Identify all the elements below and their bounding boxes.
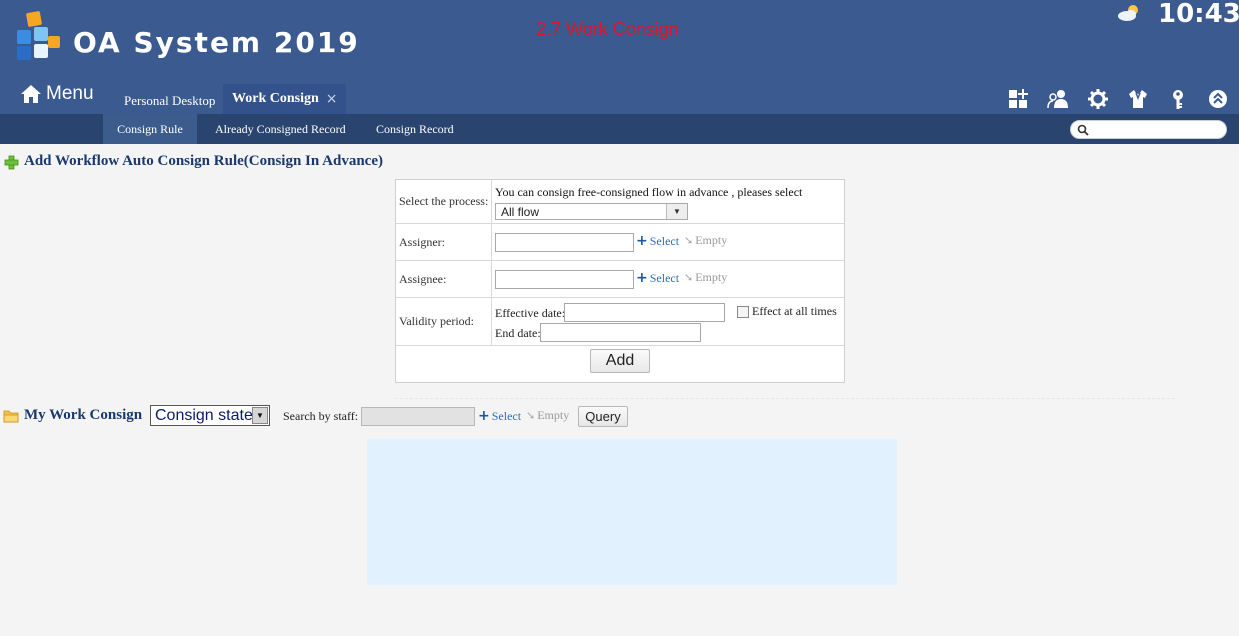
key-icon[interactable] xyxy=(1167,88,1189,110)
my-consign-title-text: My Work Consign xyxy=(24,407,143,423)
shirt-icon[interactable] xyxy=(1127,88,1149,110)
home-icon xyxy=(21,85,41,103)
section-divider xyxy=(395,398,1175,399)
empty-label: Empty xyxy=(695,270,728,284)
select-label: Select xyxy=(649,233,680,248)
subnav-already-consigned-record[interactable]: Already Consigned Record xyxy=(215,114,346,144)
folder-icon xyxy=(3,410,19,422)
select-label: Select xyxy=(649,270,680,285)
empty-label: Empty xyxy=(537,408,570,422)
toolbar-icons xyxy=(989,84,1229,114)
plus-icon: + xyxy=(636,270,648,286)
consign-state-select[interactable]: Consign state ▼ xyxy=(150,405,270,426)
search-input[interactable] xyxy=(1093,122,1221,137)
clear-arrow-icon: ➘ xyxy=(684,234,694,247)
checkbox-box[interactable] xyxy=(737,305,749,318)
app-header: OA System 2019 2.7 Work Consign 10:43 xyxy=(0,0,1239,84)
main-navbar: Menu Personal Desktop Work Consign × xyxy=(0,83,1239,114)
consign-state-value: Consign state xyxy=(155,406,253,424)
form-row-assigner: Assigner: + Select ➘ Empty xyxy=(396,224,844,261)
form-row-process: Select the process: You can consign free… xyxy=(396,180,844,224)
tab-label: Personal Desktop xyxy=(124,93,216,108)
tab-label: Work Consign xyxy=(232,91,319,106)
assigner-empty-button[interactable]: ➘ Empty xyxy=(684,233,727,248)
my-consign-title: My Work Consign xyxy=(3,407,142,424)
add-plus-icon xyxy=(4,155,19,169)
effect-all-times-checkbox[interactable]: Effect at all times xyxy=(737,304,837,319)
tab-close-icon[interactable]: × xyxy=(326,91,338,107)
process-select[interactable]: All flow ▼ xyxy=(495,203,688,220)
chevron-down-icon: ▼ xyxy=(252,407,268,424)
apps-icon[interactable] xyxy=(1007,88,1029,110)
chevron-down-icon: ▼ xyxy=(666,204,687,219)
add-rule-title-text: Add Workflow Auto Consign Rule(Consign I… xyxy=(24,153,383,169)
form-row-actions: Add xyxy=(396,346,844,382)
assigner-select-button[interactable]: + Select xyxy=(636,233,679,249)
assignee-label: Assignee: xyxy=(396,261,492,297)
effect-all-times-label: Effect at all times xyxy=(752,304,837,318)
plus-icon: + xyxy=(478,408,490,424)
form-row-validity: Validity period: Effective date: End dat… xyxy=(396,298,844,346)
logo-icon xyxy=(17,11,60,60)
consign-results-panel xyxy=(367,439,897,585)
end-date-input[interactable] xyxy=(540,323,701,342)
staff-select-button[interactable]: + Select xyxy=(478,408,521,424)
end-date-label: End date: xyxy=(495,326,541,340)
query-button[interactable]: Query xyxy=(578,406,628,427)
page-caption: 2.7 Work Consign xyxy=(536,19,679,39)
search-box xyxy=(1070,120,1227,139)
plus-icon: + xyxy=(636,233,648,249)
assignee-input[interactable] xyxy=(495,270,634,289)
effective-date-label: Effective date: xyxy=(495,306,566,320)
assigner-label: Assigner: xyxy=(396,224,492,260)
clear-arrow-icon: ➘ xyxy=(684,271,694,284)
subnav-consign-rule[interactable]: Consign Rule xyxy=(103,114,197,144)
process-select-value: All flow xyxy=(501,204,540,219)
app-title: OA System 2019 xyxy=(73,26,360,59)
collapse-icon[interactable] xyxy=(1207,88,1229,110)
sub-navbar: Consign Rule Already Consigned Record Co… xyxy=(0,114,1239,144)
tab-work-consign[interactable]: Work Consign × xyxy=(223,84,346,114)
menu-label: Menu xyxy=(46,83,94,104)
menu-button[interactable]: Menu xyxy=(20,80,94,108)
partly-cloudy-icon xyxy=(1118,5,1138,21)
assigner-input[interactable] xyxy=(495,233,634,252)
tab-personal-desktop[interactable]: Personal Desktop xyxy=(115,88,221,114)
staff-empty-button[interactable]: ➘ Empty xyxy=(526,408,569,423)
empty-label: Empty xyxy=(695,233,728,247)
users-icon[interactable] xyxy=(1047,88,1069,110)
search-icon xyxy=(1077,124,1089,136)
search-staff-label: Search by staff: xyxy=(283,409,359,423)
assignee-empty-button[interactable]: ➘ Empty xyxy=(684,270,727,285)
gear-icon[interactable] xyxy=(1087,88,1109,110)
subnav-consign-record[interactable]: Consign Record xyxy=(376,114,454,144)
process-hint: You can consign free-consigned flow in a… xyxy=(495,185,803,199)
clear-arrow-icon: ➘ xyxy=(526,409,536,422)
add-button[interactable]: Add xyxy=(590,349,650,373)
search-staff-input[interactable] xyxy=(361,407,475,426)
clock: 10:43 xyxy=(1158,0,1239,29)
effective-date-input[interactable] xyxy=(564,303,725,322)
consign-rule-form: Select the process: You can consign free… xyxy=(395,179,845,383)
select-label: Select xyxy=(491,408,522,423)
form-row-assignee: Assignee: + Select ➘ Empty xyxy=(396,261,844,298)
process-label: Select the process: xyxy=(396,180,492,223)
assignee-select-button[interactable]: + Select xyxy=(636,270,679,286)
validity-label: Validity period: xyxy=(396,298,492,345)
add-rule-title: Add Workflow Auto Consign Rule(Consign I… xyxy=(3,153,383,170)
